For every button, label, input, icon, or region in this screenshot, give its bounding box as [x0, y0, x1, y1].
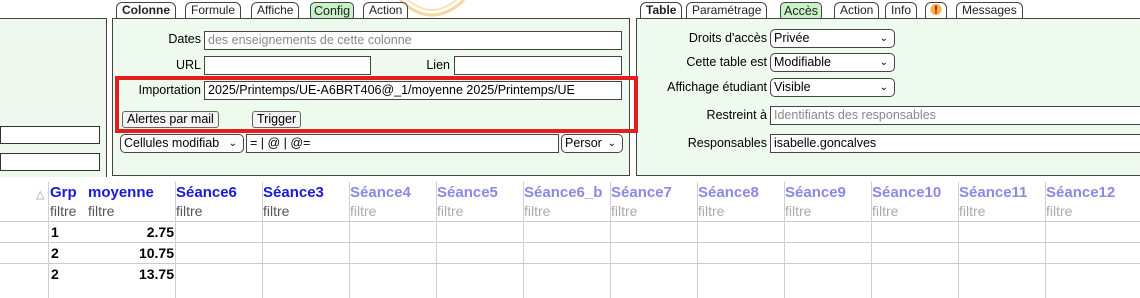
table-row[interactable]: 2 10.75 [0, 242, 1140, 263]
formula-input[interactable]: = | @ | @= [246, 134, 559, 153]
header-seance6b[interactable]: Séance6_b [524, 182, 610, 204]
tab-affiche[interactable]: Affiche [251, 2, 300, 19]
rights-select[interactable]: Privée ⌄ [770, 29, 895, 48]
header-seance12[interactable]: Séance12 [1046, 182, 1140, 204]
cell-moyenne[interactable]: 10.75 [88, 243, 174, 263]
person-select[interactable]: Persor ⌄ [561, 134, 623, 153]
chevron-down-icon: ⌄ [879, 33, 888, 44]
rights-label: Droits d'accès [688, 31, 767, 45]
dates-input[interactable]: des enseignements de cette colonne [204, 31, 622, 50]
filter-seance12[interactable]: filtre [1046, 202, 1072, 220]
lien-input[interactable] [454, 56, 622, 75]
chevron-down-icon: ⌄ [879, 82, 888, 93]
tab-colonne[interactable]: Colonne [116, 2, 176, 19]
cell-grp[interactable]: 2 [51, 264, 59, 284]
header-grp[interactable]: Grp [50, 182, 77, 204]
display-select[interactable]: Visible ⌄ [770, 78, 895, 97]
filter-seance11[interactable]: filtre [959, 202, 985, 220]
restricted-label: Restreint à [706, 108, 767, 122]
left-input-2[interactable] [0, 153, 100, 171]
cell-grp[interactable]: 2 [51, 243, 59, 263]
tab-table[interactable]: Table [640, 2, 683, 19]
cell-moyenne[interactable]: 13.75 [88, 264, 174, 284]
cells-select[interactable]: Cellules modifiab ⌄ [120, 134, 244, 153]
data-grid: △ Grp moyenne Séance6 Séance3 Séance4 Sé… [0, 182, 1140, 298]
filter-seance6b[interactable]: filtre [524, 202, 550, 220]
restricted-input[interactable]: Identifiants des responsables [770, 106, 1140, 125]
left-input-1[interactable] [0, 126, 100, 144]
tab-info[interactable]: Info [885, 2, 918, 19]
managers-input[interactable]: isabelle.goncalves [770, 134, 1140, 153]
chevron-down-icon: ⌄ [228, 138, 237, 149]
tab-action[interactable]: Action [363, 2, 409, 19]
filter-moyenne[interactable]: filtre [88, 202, 114, 220]
table-row[interactable]: 2 13.75 [0, 263, 1140, 284]
managers-label: Responsables [687, 136, 767, 150]
filter-seance5[interactable]: filtre [437, 202, 463, 220]
header-seance7[interactable]: Séance7 [611, 182, 672, 204]
header-seance3[interactable]: Séance3 [263, 182, 324, 204]
state-label: Cette table est [686, 55, 767, 69]
sort-triangle-icon[interactable]: △ [36, 184, 44, 206]
url-input[interactable] [204, 56, 371, 75]
table-access-panel: Droits d'accès Privée ⌄ Cette table est … [636, 18, 1140, 176]
filter-seance8[interactable]: filtre [698, 202, 724, 220]
cells-select-value: Cellules modifiab [124, 136, 220, 150]
header-seance5[interactable]: Séance5 [437, 182, 498, 204]
header-seance9[interactable]: Séance9 [785, 182, 846, 204]
state-select-value: Modifiable [774, 55, 831, 69]
header-moyenne[interactable]: moyenne [88, 182, 154, 204]
header-seance10[interactable]: Séance10 [872, 182, 941, 204]
display-label: Affichage étudiant [667, 80, 767, 94]
cell-grp[interactable]: 1 [51, 222, 59, 242]
url-label: URL [175, 58, 201, 72]
tab-parametrage[interactable]: Paramétrage [686, 2, 768, 19]
dates-label: Dates [168, 32, 201, 46]
cell-moyenne[interactable]: 2.75 [88, 222, 174, 242]
highlight-box [115, 76, 638, 133]
filter-seance6[interactable]: filtre [176, 202, 202, 220]
rights-select-value: Privée [774, 31, 810, 45]
display-select-value: Visible [774, 80, 811, 94]
filter-seance3[interactable]: filtre [263, 202, 289, 220]
person-select-value: Persor [565, 136, 602, 150]
filter-grp[interactable]: filtre [50, 202, 76, 220]
filter-seance9[interactable]: filtre [785, 202, 811, 220]
tab-messages[interactable]: Messages [956, 2, 1023, 19]
header-seance8[interactable]: Séance8 [698, 182, 759, 204]
header-seance4[interactable]: Séance4 [350, 182, 411, 204]
filter-seance7[interactable]: filtre [611, 202, 637, 220]
header-seance11[interactable]: Séance11 [959, 182, 1027, 204]
header-seance6[interactable]: Séance6 [176, 182, 237, 204]
alert-icon [930, 4, 942, 15]
tab-alert[interactable] [925, 2, 947, 19]
tab-action-table[interactable]: Action [834, 2, 880, 19]
filter-seance4[interactable]: filtre [350, 202, 376, 220]
chevron-down-icon: ⌄ [879, 57, 888, 68]
tab-formule[interactable]: Formule [185, 2, 242, 19]
state-select[interactable]: Modifiable ⌄ [770, 53, 895, 72]
table-row[interactable]: 1 2.75 [0, 221, 1140, 242]
lien-label: Lien [426, 58, 450, 72]
filter-seance10[interactable]: filtre [872, 202, 898, 220]
chevron-down-icon: ⌄ [607, 138, 616, 149]
